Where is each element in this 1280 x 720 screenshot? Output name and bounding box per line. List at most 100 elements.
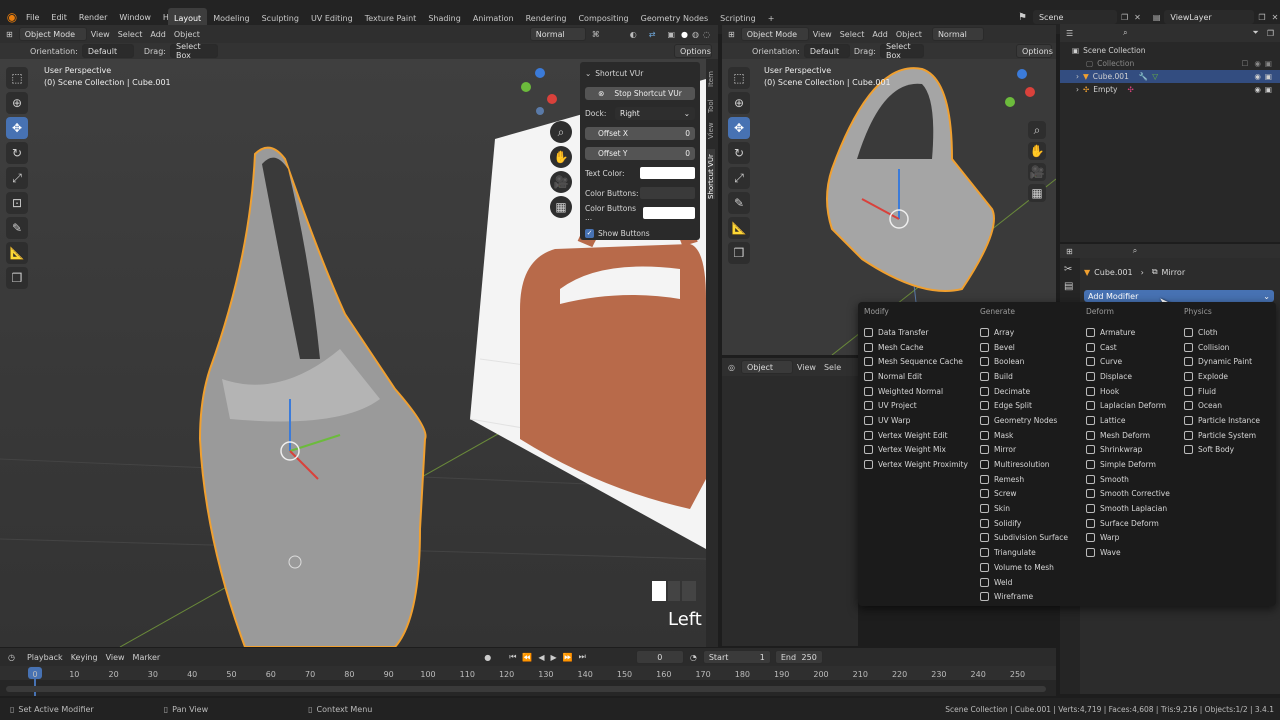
panel-collapse-icon[interactable]: ⌄ [585,69,591,78]
modifier-item-uv-project[interactable]: UV Project [864,398,968,413]
menu-window[interactable]: Window [113,8,157,26]
modifier-item-multiresolution[interactable]: Multiresolution [980,457,1068,472]
visibility-eye-icon[interactable]: ◉ [1254,59,1261,68]
modifier-item-fluid[interactable]: Fluid [1184,384,1260,399]
modifier-item-normal-edit[interactable]: Normal Edit [864,369,968,384]
right-rotate-tool-icon[interactable]: ↻ [728,142,750,164]
modifier-item-warp[interactable]: Warp [1086,531,1170,546]
modifier-item-data-transfer[interactable]: Data Transfer [864,325,968,340]
sidebar-tab-shortcut-vur[interactable]: Shortcut VUr [707,149,715,199]
right-orientation-select[interactable]: Default [803,44,850,58]
modifier-item-build[interactable]: Build [980,369,1068,384]
modifier-item-skin[interactable]: Skin [980,501,1068,516]
modifier-item-simple-deform[interactable]: Simple Deform [1086,457,1170,472]
right-menu-object[interactable]: Object [892,30,926,39]
timeline-area[interactable]: 0 10 20 30 40 50 60 70 80 90 100 110 120 130 140 150 160… [0,666,1056,696]
scale-tool-icon[interactable]: ⤢ [6,167,28,189]
scene-icon[interactable]: ⚑ [1018,12,1027,23]
modifier-item-ocean[interactable]: Ocean [1184,398,1260,413]
right-menu-view[interactable]: View [809,30,836,39]
left-menu-object[interactable]: Object [170,30,204,39]
viewlayer-selector[interactable]: ViewLayer [1164,10,1255,24]
outliner-type-icon[interactable]: ☰ [1066,29,1073,38]
timeline-menu-playback[interactable]: Playback [23,653,67,662]
timeline-type-icon[interactable]: ◷ [8,653,15,662]
left-options-button[interactable]: Options [674,44,712,58]
outliner-filter-icon[interactable]: ⏷ [1252,28,1258,38]
color-buttons2-swatch[interactable] [642,207,695,219]
stopwatch-icon[interactable]: ◔ [690,653,697,662]
modifier-item-wave[interactable]: Wave [1086,545,1170,560]
modifier-item-vertex-weight-edit[interactable]: Vertex Weight Edit [864,428,968,443]
render-camera-icon[interactable]: ▣ [1265,72,1272,81]
right-menu-add[interactable]: Add [868,30,892,39]
render-camera-icon[interactable]: ▣ [1265,59,1272,68]
right-annotate-tool-icon[interactable]: ✎ [728,192,750,214]
modifier-item-hook[interactable]: Hook [1086,384,1170,399]
right-camera-icon[interactable]: 🎥 [1028,163,1046,181]
outliner-new-collection-icon[interactable]: ❐ [1267,29,1274,38]
record-icon[interactable]: ● [484,653,491,662]
add-modifier-button[interactable]: Add Modifier ⌄ [1084,290,1274,302]
modifier-item-wireframe[interactable]: Wireframe [980,589,1068,604]
expand-arrow-icon[interactable]: › [1076,85,1079,94]
modifier-item-lattice[interactable]: Lattice [1086,413,1170,428]
annotate-tool-icon[interactable]: ✎ [6,217,28,239]
copy-viewlayer-icon[interactable]: ❐ [1258,13,1265,22]
lower-editor-area[interactable] [722,376,858,646]
lower-mode-selector[interactable]: Object [740,360,793,374]
visibility-eye-icon[interactable]: ◉ [1254,85,1261,94]
outliner-item-collection[interactable]: ▢ Collection ☐ ◉ ▣ [1060,57,1280,70]
expand-arrow-icon[interactable]: › [1076,72,1079,81]
timeline-scrollbar[interactable] [6,686,1046,692]
xray-icon[interactable]: ▣ [667,30,675,39]
left-menu-select[interactable]: Select [114,30,147,39]
start-frame-field[interactable]: Start 1 [702,650,771,664]
cursor-tool-icon[interactable]: ⊕ [6,92,28,114]
modifier-item-vertex-weight-proximity[interactable]: Vertex Weight Proximity [864,457,968,472]
modifier-item-mask[interactable]: Mask [980,428,1068,443]
left-mode-selector[interactable]: Object Mode [18,27,87,41]
modifier-item-dynamic-paint[interactable]: Dynamic Paint [1184,354,1260,369]
right-add-cube-tool-icon[interactable]: ❒ [728,242,750,264]
right-editor-type-icon[interactable]: ⊞ [728,30,735,39]
right-pan-hand-icon[interactable]: ✋ [1028,142,1046,160]
outliner-search-icon[interactable]: ⌕ [1123,28,1127,38]
delete-scene-icon[interactable]: ✕ [1134,13,1141,22]
right-move-tool-icon[interactable]: ✥ [728,117,750,139]
sidebar-tab-view[interactable]: View [707,119,715,139]
modifier-item-smooth[interactable]: Smooth [1086,472,1170,487]
right-mode-selector[interactable]: Object Mode [740,27,809,41]
offset-x-field[interactable]: Offset X 0 [585,126,695,140]
left-menu-view[interactable]: View [87,30,114,39]
show-buttons-checkbox[interactable]: ✓ [585,228,594,238]
right-options-button[interactable]: Options [1016,44,1053,58]
tool-tab-icon[interactable]: ✂ [1064,264,1076,275]
right-transform-orientation[interactable]: Normal [931,27,984,41]
modifier-item-particle-system[interactable]: Particle System [1184,428,1260,443]
modifier-item-triangulate[interactable]: Triangulate [980,545,1068,560]
render-tab-icon[interactable]: ▤ [1064,281,1076,292]
menu-file[interactable]: File [20,8,45,26]
modifier-item-collision[interactable]: Collision [1184,340,1260,355]
jump-end-icon[interactable]: ⏭ [579,652,586,662]
end-frame-field[interactable]: End 250 [774,650,823,664]
modifier-item-uv-warp[interactable]: UV Warp [864,413,968,428]
modifier-item-screw[interactable]: Screw [980,487,1068,502]
modifier-item-armature[interactable]: Armature [1086,325,1170,340]
right-zoom-icon[interactable]: ⌕ [1028,121,1046,139]
right-scale-tool-icon[interactable]: ⤢ [728,167,750,189]
offset-y-field[interactable]: Offset Y 0 [585,146,695,160]
camera-icon[interactable]: 🎥 [550,171,572,193]
select-box-tool-icon[interactable]: ⬚ [6,67,28,89]
left-menu-add[interactable]: Add [146,30,170,39]
modifier-item-laplacian-deform[interactable]: Laplacian Deform [1086,398,1170,413]
timeline-menu-marker[interactable]: Marker [129,653,165,662]
right-ortho-grid-icon[interactable]: ▦ [1028,184,1046,202]
zoom-icon[interactable]: ⌕ [550,121,572,143]
modifier-item-mesh-deform[interactable]: Mesh Deform [1086,428,1170,443]
outliner-scene-collection[interactable]: ▣ Scene Collection [1060,44,1280,57]
shading-render-icon[interactable]: ◌ [703,30,710,39]
rotate-tool-icon[interactable]: ↻ [6,142,28,164]
modifier-item-curve[interactable]: Curve [1086,354,1170,369]
